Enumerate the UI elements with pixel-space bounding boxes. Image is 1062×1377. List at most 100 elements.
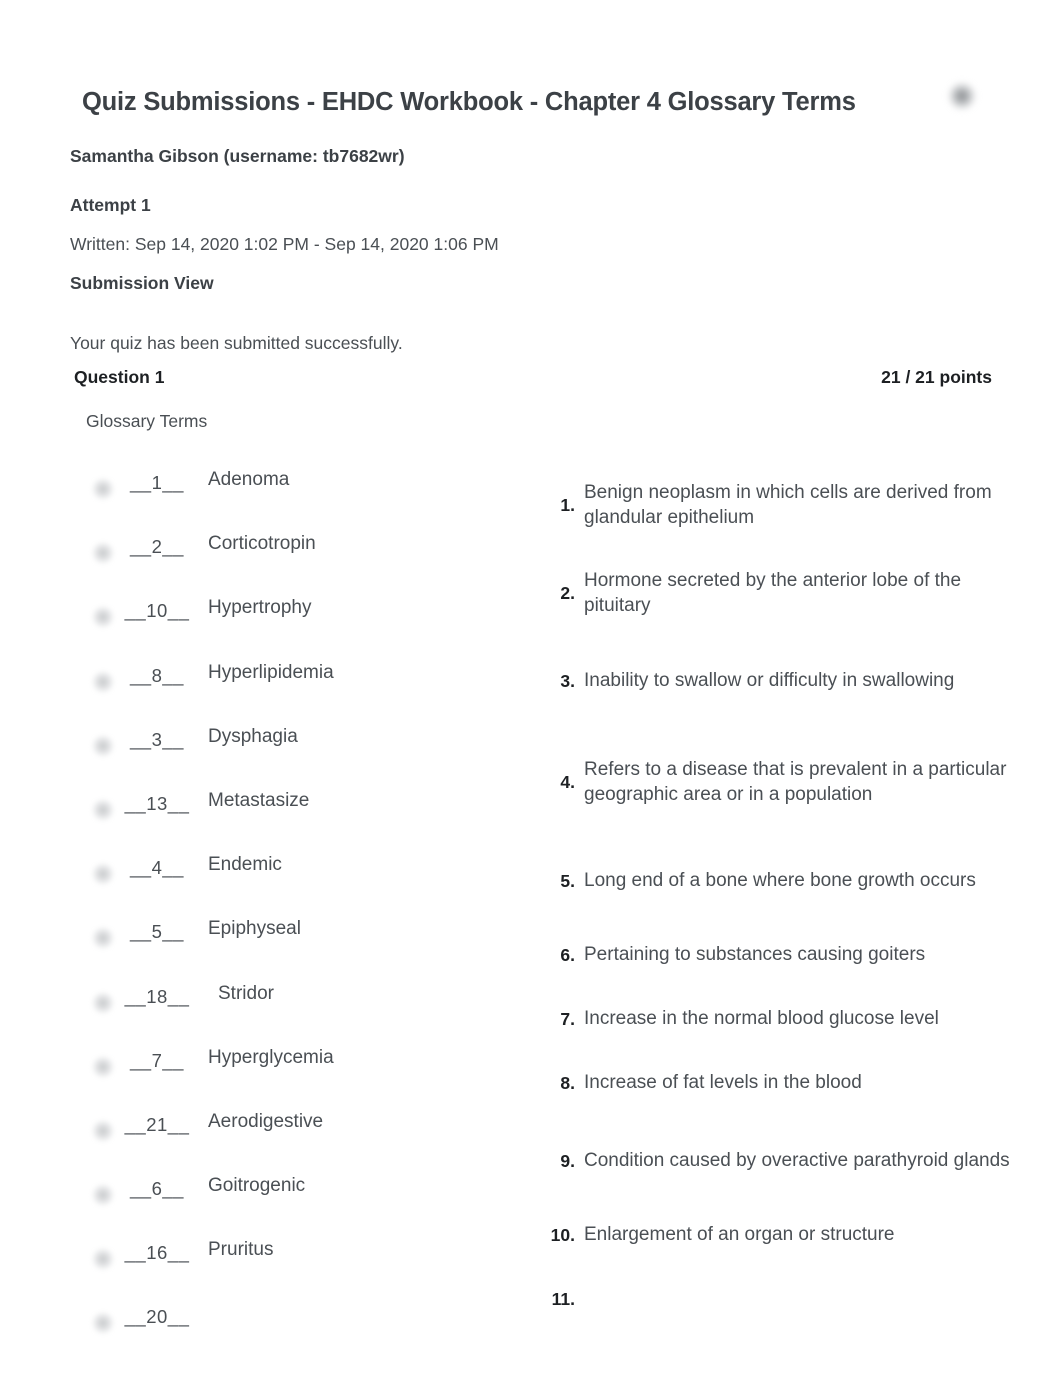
matching-definition-number: 7. [560,1008,575,1029]
matching-term-row[interactable]: __21__ Aerodigestive [92,1104,522,1168]
matching-definition-row: 11. [548,1282,1010,1316]
matching-term-label: Metastasize [208,789,310,811]
matching-definition-text: Increase in the normal blood glucose lev… [584,1008,939,1030]
matching-term-row[interactable]: __8__ Hyperlipidemia [92,655,522,719]
answer-marker-icon [92,1055,114,1078]
answer-marker-icon [92,927,114,950]
matching-term-label: Endemic [208,854,282,876]
matching-definition-text: Enlargement of an organ or structure [584,1224,895,1246]
matching-answer-slot[interactable]: __13__ [118,793,196,815]
matching-term-row[interactable]: __2__ Corticotropin [92,526,522,590]
matching-answer-slot[interactable]: __16__ [118,1242,196,1264]
matching-definition-row: 4. Refers to a disease that is prevalent … [548,738,1010,826]
matching-definition-row: 7. Increase in the normal blood glucose l… [548,1002,1010,1036]
matching-definition-text: Pertaining to substances causing goiters [584,944,926,966]
matching-answer-slot[interactable]: __21__ [118,1114,196,1136]
submission-view-label: Submission View [70,273,214,293]
matching-term-row[interactable]: __4__ Endemic [92,847,522,911]
question-header: Question 1 21 / 21 points [70,367,992,388]
answer-marker-icon [92,606,114,629]
answer-marker-icon [92,734,114,757]
matching-definition-text: Hormone secreted by the anterior lobe of… [584,569,962,617]
matching-term-label: Pruritus [208,1239,274,1261]
matching-answer-slot[interactable]: __18__ [118,986,196,1008]
matching-definition-text: Refers to a disease that is prevalent in… [584,758,1007,806]
matching-term-row[interactable]: __7__ Hyperglycemia [92,1040,522,1104]
answer-marker-icon [92,1312,114,1335]
matching-definition-row: 1. Benign neoplasm in which cells are der… [548,474,1010,536]
matching-definition-text: Benign neoplasm in which cells are deriv… [584,481,992,529]
matching-definition-text: Increase of fat levels in the blood [584,1072,862,1094]
matching-definition-text: Long end of a bone where bone growth occ… [584,870,976,892]
matching-definition-number: 3. [560,670,575,691]
answer-marker-icon [92,1248,114,1271]
written-timestamp: Written: Sep 14, 2020 1:02 PM - Sep 14, … [70,234,499,254]
matching-term-label: Hyperlipidemia [208,661,334,683]
matching-term-label: Stridor [218,982,274,1004]
matching-definition-number: 8. [560,1072,575,1093]
question-label: Question 1 [74,367,165,387]
answer-marker-icon [92,991,114,1014]
answer-marker-icon [92,863,114,886]
quiz-submission-page: Quiz Submissions - EHDC Workbook - Chapt… [0,0,1062,1377]
matching-answer-slot[interactable]: __3__ [118,729,196,751]
matching-definition-text: Inability to swallow or difficulty in sw… [584,670,955,692]
matching-definition-number: 6. [560,944,575,965]
matching-term-row[interactable]: __20__ [92,1296,522,1360]
matching-term-label: Hyperglycemia [208,1046,334,1068]
matching-term-row[interactable]: __18__ Stridor [92,976,522,1040]
matching-answer-slot[interactable]: __8__ [118,665,196,687]
matching-definition-row: 6. Pertaining to substances causing goite… [548,938,1010,972]
matching-term-row[interactable]: __13__ Metastasize [92,783,522,847]
matching-term-row[interactable]: __6__ Goitrogenic [92,1168,522,1232]
answer-marker-icon [92,542,114,565]
matching-definition-number: 9. [560,1150,575,1171]
matching-definition-row: 9. Condition caused by overactive parathy… [548,1130,1010,1192]
matching-term-label: Adenoma [208,469,290,490]
answer-marker-icon [92,670,114,693]
matching-definition-number: 2. [560,582,575,603]
matching-definition-text: Condition caused by overactive parathyro… [584,1150,1010,1172]
answer-marker-icon [92,798,114,821]
matching-answer-slot[interactable]: __2__ [118,536,196,558]
matching-term-row[interactable]: __3__ Dysphagia [92,719,522,783]
matching-term-row[interactable]: __5__ Epiphyseal [92,911,522,975]
matching-answer-slot[interactable]: __4__ [118,857,196,879]
matching-term-label: Goitrogenic [208,1175,306,1197]
matching-answer-slot[interactable]: __10__ [118,600,196,622]
question-points: 21 / 21 points [881,367,992,387]
matching-term-label: Aerodigestive [208,1110,324,1132]
matching-terms-column: __1__ Adenoma __2__ Corticotropin __10__ Hype… [92,462,522,1361]
matching-definition-row: 10. Enlargement of an organ or structure [548,1218,1010,1252]
matching-term-label: Epiphyseal [208,918,301,940]
matching-term-label: Corticotropin [208,533,316,555]
answer-marker-icon [92,478,114,500]
matching-definition-number: 5. [560,870,575,891]
student-name-and-username: Samantha Gibson (username: tb7682wr) [70,146,405,166]
matching-question-body: __1__ Adenoma __2__ Corticotropin __10__ Hype… [0,462,1062,1377]
matching-definition-number: 10. [550,1224,575,1245]
answer-marker-icon [92,1184,114,1207]
matching-answer-slot[interactable]: __7__ [118,1050,196,1072]
matching-answer-slot[interactable]: __5__ [118,921,196,943]
matching-definition-row: 3. Inability to swallow or difficulty in … [548,650,1010,712]
answer-marker-icon [92,1119,114,1142]
matching-term-row[interactable]: __16__ Pruritus [92,1232,522,1296]
matching-answer-slot[interactable]: __6__ [118,1178,196,1200]
matching-term-label: Hypertrophy [208,597,312,619]
matching-definition-row: 8. Increase of fat levels in the blood [548,1066,1010,1100]
matching-definition-number: 11. [551,1288,575,1309]
question-prompt: Glossary Terms [86,411,208,431]
matching-definition-number: 4. [560,771,575,792]
matching-term-label: Dysphagia [208,725,298,747]
matching-answer-slot[interactable]: __20__ [118,1306,196,1328]
matching-term-row[interactable]: __10__ Hypertrophy [92,590,522,654]
matching-answer-slot[interactable]: __1__ [118,472,196,494]
matching-definition-row: 2. Hormone secreted by the anterior lobe … [548,562,1010,624]
blurred-redacted-icon [948,82,976,110]
matching-definition-number: 1. [560,494,575,515]
attempt-label: Attempt 1 [70,195,151,215]
page-title: Quiz Submissions - EHDC Workbook - Chapt… [82,88,856,116]
matching-term-row[interactable]: __1__ Adenoma [92,462,522,526]
submission-success-message: Your quiz has been submitted successfull… [70,333,403,353]
